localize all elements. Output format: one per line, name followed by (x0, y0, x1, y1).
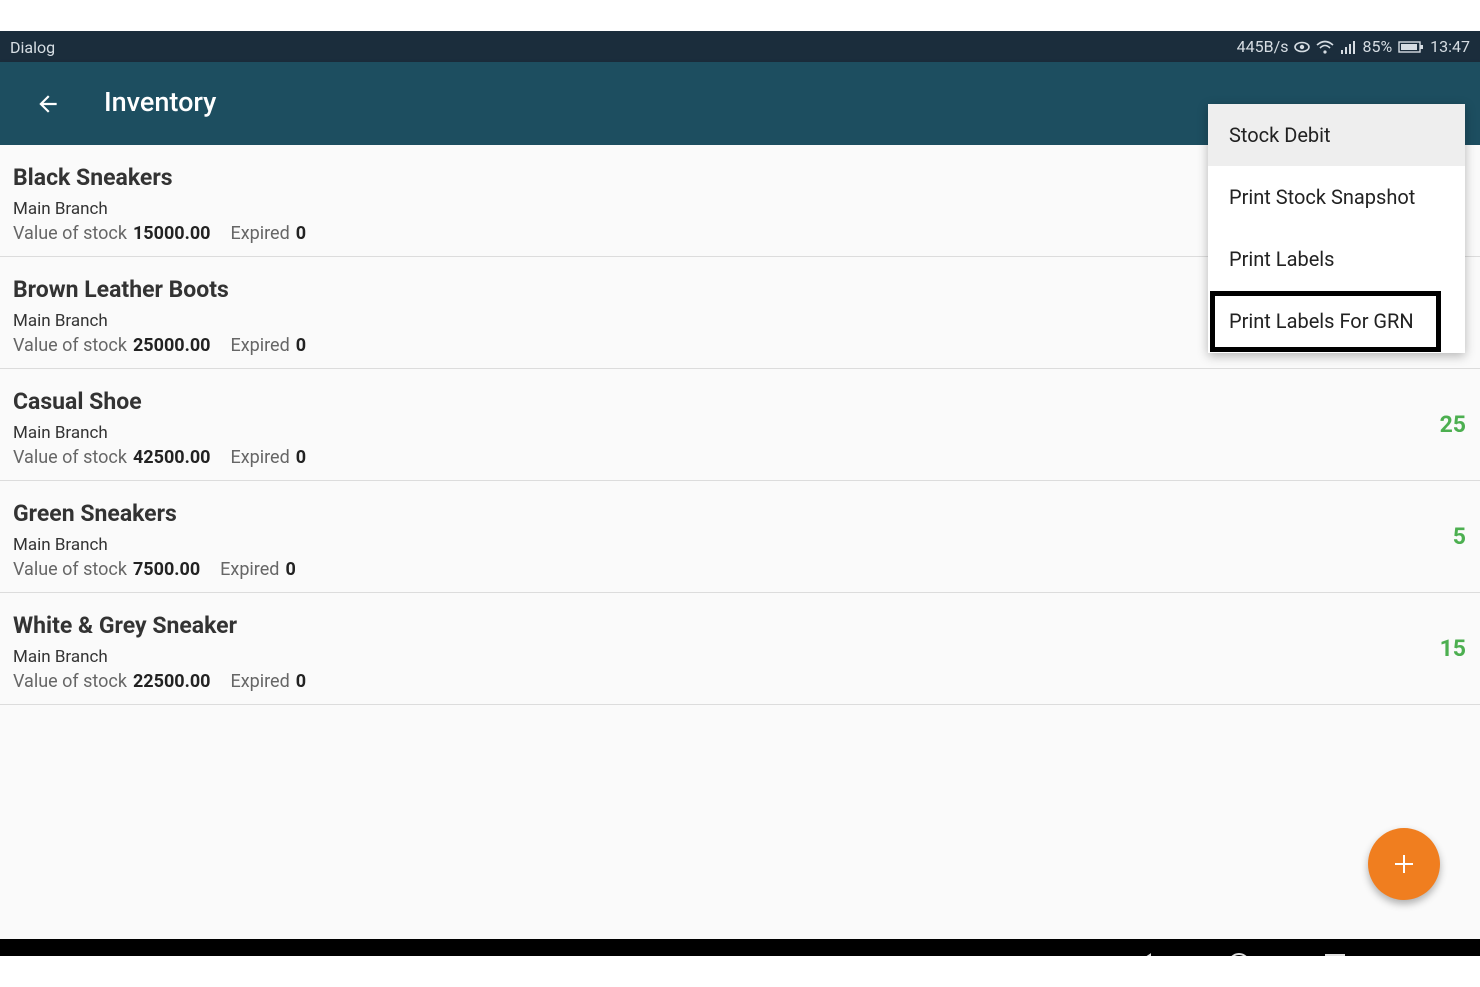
item-name: Black Sneakers (13, 164, 173, 191)
item-name: Green Sneakers (13, 500, 177, 527)
stock-value: 25000.00 (132, 335, 211, 356)
inventory-row[interactable]: White & Grey Sneaker Main Branch Value of … (0, 593, 1480, 705)
menu-item[interactable]: Print Stock Snapshot (1208, 166, 1465, 228)
value-label: Value of stock (13, 559, 127, 580)
expired-label: Expired (230, 335, 290, 356)
eye-comfort-icon (1294, 41, 1311, 53)
stock-value: 15000.00 (132, 223, 211, 244)
add-item-button[interactable] (1368, 828, 1440, 900)
circle-home-icon (1231, 953, 1247, 956)
inventory-row[interactable]: Green Sneakers Main Branch Value of stock 7… (0, 481, 1480, 593)
item-branch: Main Branch (13, 311, 108, 331)
arrow-left-icon (39, 95, 57, 113)
page-title: Inventory (104, 86, 217, 118)
menu-item[interactable]: Print Labels (1208, 228, 1465, 290)
value-label: Value of stock (13, 223, 127, 244)
item-branch: Main Branch (13, 535, 108, 555)
triangle-back-icon (1146, 953, 1151, 956)
item-meta: Value of stock 22500.00 Expired 0 (13, 671, 306, 692)
status-bar: Dialog 445B/s 85% 13:47 (0, 31, 1480, 62)
device-screen: Dialog 445B/s 85% 13:47 Inventory Black … (0, 31, 1480, 956)
signal-icon (1340, 40, 1356, 54)
item-meta: Value of stock 7500.00 Expired 0 (13, 559, 296, 580)
value-label: Value of stock (13, 671, 127, 692)
stock-count: 15 (1439, 635, 1466, 662)
value-label: Value of stock (13, 335, 127, 356)
wifi-icon (1316, 40, 1334, 54)
item-meta: Value of stock 15000.00 Expired 0 (13, 223, 306, 244)
carrier-name: Dialog (10, 38, 56, 57)
battery-percent: 85% (1362, 37, 1393, 56)
expired-count: 0 (295, 223, 307, 244)
item-meta: Value of stock 25000.00 Expired 0 (13, 335, 306, 356)
stock-value: 42500.00 (132, 447, 211, 468)
item-branch: Main Branch (13, 647, 108, 667)
expired-label: Expired (220, 559, 280, 580)
item-name: Brown Leather Boots (13, 276, 229, 303)
nav-back-button[interactable] (1128, 949, 1158, 956)
square-recents-icon (1325, 954, 1345, 956)
expired-count: 0 (295, 335, 307, 356)
menu-item[interactable]: Print Labels For GRN (1208, 290, 1465, 352)
expired-count: 0 (295, 447, 307, 468)
status-indicators: 445B/s 85% 13:47 (1237, 37, 1470, 56)
item-name: Casual Shoe (13, 388, 142, 415)
expired-count: 0 (295, 671, 307, 692)
expired-label: Expired (230, 447, 290, 468)
expired-label: Expired (230, 671, 290, 692)
item-branch: Main Branch (13, 423, 108, 443)
stock-count: 5 (1452, 523, 1466, 550)
expired-count: 0 (285, 559, 296, 580)
network-speed: 445B/s (1236, 37, 1289, 56)
menu-item[interactable]: Stock Debit (1208, 104, 1465, 166)
stock-count: 25 (1439, 411, 1466, 438)
stock-value: 22500.00 (132, 671, 211, 692)
item-name: White & Grey Sneaker (13, 612, 238, 639)
overflow-menu: Stock Debit Print Stock Snapshot Print Lab… (1208, 104, 1465, 353)
plus-icon (1395, 855, 1413, 873)
navigation-bar (0, 939, 1480, 956)
item-branch: Main Branch (13, 199, 108, 219)
item-meta: Value of stock 42500.00 Expired 0 (13, 447, 306, 468)
inventory-row[interactable]: Casual Shoe Main Branch Value of stock 4250… (0, 369, 1480, 481)
nav-home-button[interactable] (1224, 949, 1254, 956)
expired-label: Expired (230, 223, 290, 244)
stock-value: 7500.00 (132, 559, 201, 580)
battery-icon (1398, 40, 1424, 54)
back-button[interactable] (26, 82, 70, 126)
nav-recents-button[interactable] (1320, 949, 1350, 956)
value-label: Value of stock (13, 447, 127, 468)
clock: 13:47 (1430, 37, 1470, 56)
